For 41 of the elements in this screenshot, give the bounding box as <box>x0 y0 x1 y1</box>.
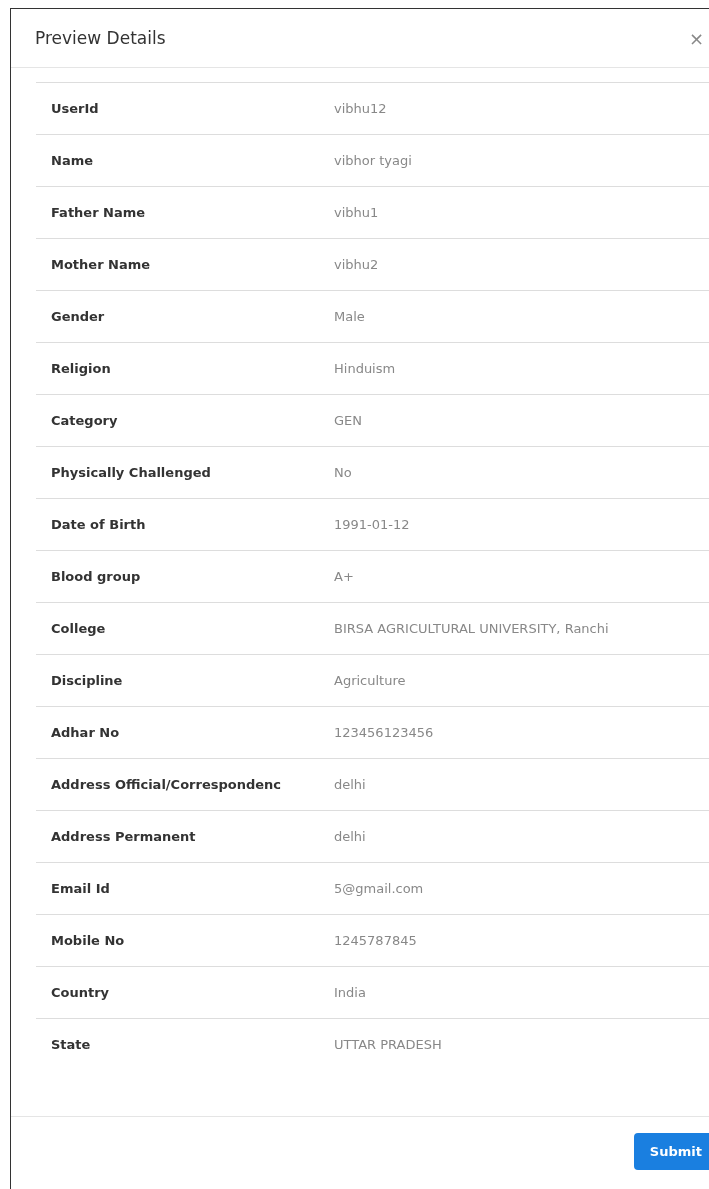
field-value: GEN <box>319 394 709 447</box>
field-value: A+ <box>319 550 709 603</box>
field-label: Blood group <box>36 550 319 603</box>
field-value: vibhor tyagi <box>319 134 709 187</box>
field-label: Father Name <box>36 186 319 239</box>
field-value: vibhu12 <box>319 82 709 135</box>
field-label: Country <box>36 966 319 1019</box>
field-value: 123456123456 <box>319 706 709 759</box>
field-label: State <box>36 1018 319 1070</box>
field-label: Name <box>36 134 319 187</box>
field-label: Adhar No <box>36 706 319 759</box>
field-label: Religion <box>36 342 319 395</box>
field-value: 5@gmail.com <box>319 862 709 915</box>
field-value: vibhu1 <box>319 186 709 239</box>
field-value: No <box>319 446 709 499</box>
field-label: Discipline <box>36 654 319 707</box>
submit-button[interactable]: Submit <box>633 1133 709 1170</box>
field-value: delhi <box>319 758 709 811</box>
field-value: 1991-01-12 <box>319 498 709 551</box>
field-label: Address Permanent <box>36 810 319 863</box>
field-label: Category <box>36 394 319 447</box>
field-value: Male <box>319 290 709 343</box>
field-label: Date of Birth <box>36 498 319 551</box>
field-value: BIRSA AGRICULTURAL UNIVERSITY, Ranchi <box>319 602 709 655</box>
field-value: 1245787845 <box>319 914 709 967</box>
field-value: Agriculture <box>319 654 709 707</box>
field-value: India <box>319 966 709 1019</box>
field-label: Mother Name <box>36 238 319 291</box>
dialog-title: Preview Details <box>35 28 166 48</box>
close-button[interactable]: × <box>688 27 704 49</box>
field-label: UserId <box>36 82 319 135</box>
field-label: Mobile No <box>36 914 319 967</box>
field-value: vibhu2 <box>319 238 709 291</box>
field-value: Hinduism <box>319 342 709 395</box>
field-value: UTTAR PRADESH <box>319 1018 709 1070</box>
field-value: delhi <box>319 810 709 863</box>
field-label: Physically Challenged <box>36 446 319 499</box>
field-label: College <box>36 602 319 655</box>
field-label: Email Id <box>36 862 319 915</box>
field-label: Address Official/Correspondenc <box>36 758 319 811</box>
field-label: Gender <box>36 290 319 343</box>
